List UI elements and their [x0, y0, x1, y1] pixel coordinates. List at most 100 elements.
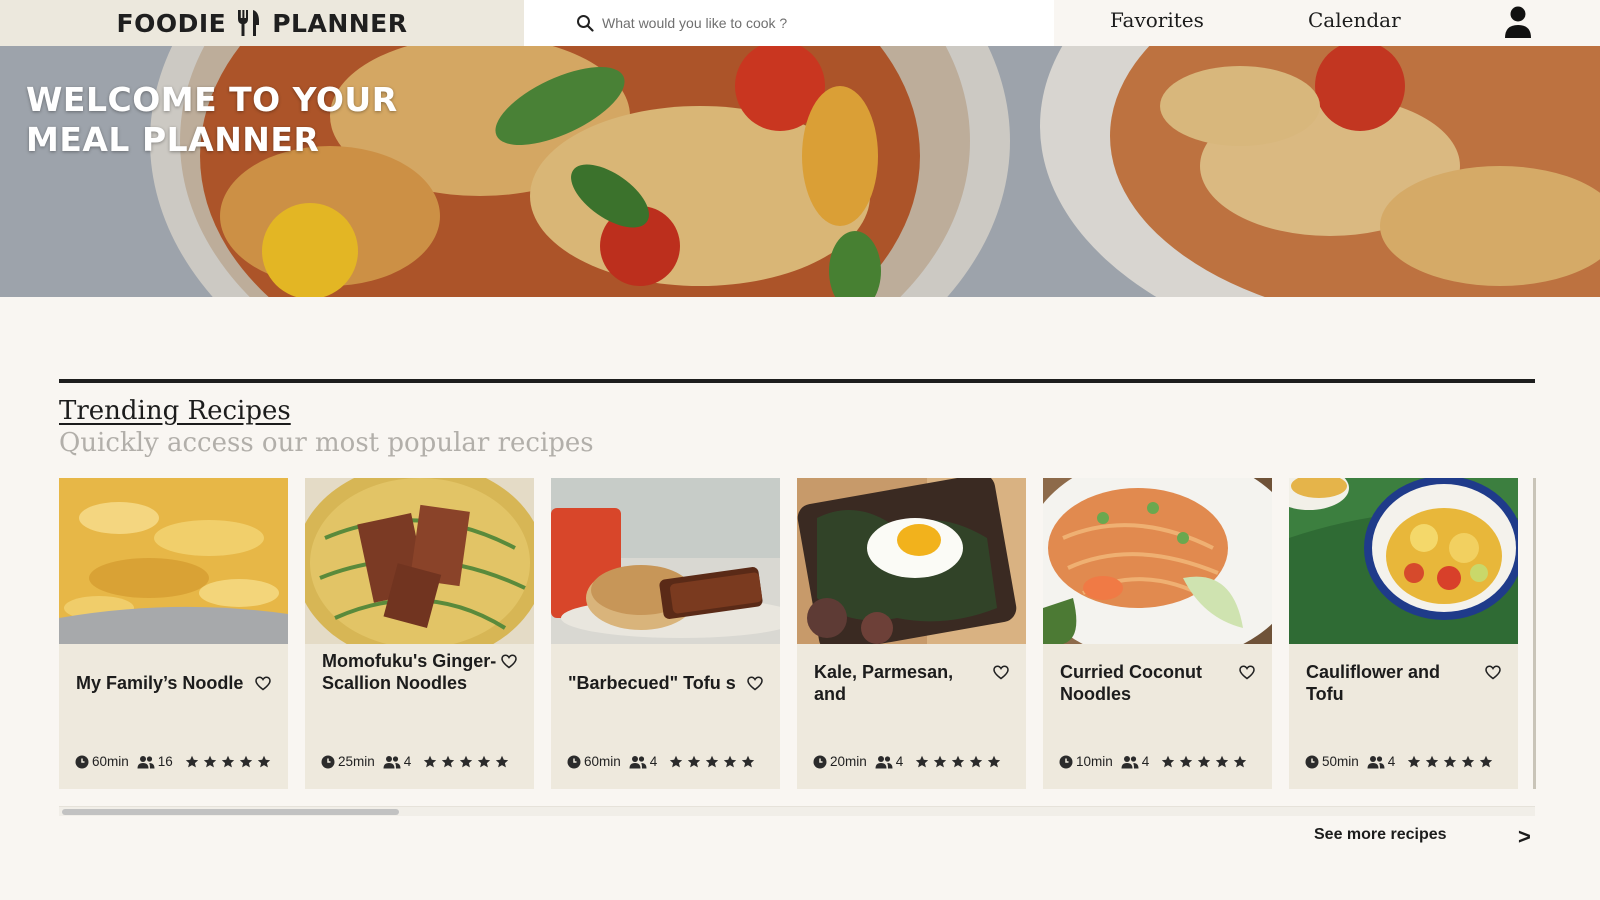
- star-icon: [460, 755, 473, 767]
- rating-stars: [669, 755, 755, 769]
- star-icon: [970, 755, 983, 767]
- fork-knife-icon: [238, 10, 260, 36]
- recipe-image: [305, 478, 534, 644]
- cook-time: 10min: [1076, 754, 1113, 769]
- heart-icon[interactable]: [1239, 665, 1255, 680]
- star-icon: [424, 755, 437, 767]
- servings-count: 4: [1387, 754, 1396, 769]
- servings-count: 4: [649, 754, 658, 769]
- cook-time: 25min: [338, 754, 375, 769]
- star-icon: [1180, 755, 1193, 767]
- people-icon: [629, 755, 647, 768]
- cook-time: 50min: [1322, 754, 1359, 769]
- carousel-scrollbar-thumb[interactable]: [62, 809, 399, 815]
- star-icon: [1444, 755, 1457, 767]
- recipe-name[interactable]: Kale, Parmesan, and: [814, 661, 989, 705]
- star-icon: [1216, 755, 1229, 767]
- recipe-card[interactable]: Curried Coconut Noodles 10min 4: [1043, 478, 1272, 789]
- trending-recipes-subtitle: Quickly access our most popular recipes: [59, 428, 594, 458]
- star-icon: [706, 755, 719, 767]
- recipe-name[interactable]: My Family’s Noodle: [76, 672, 251, 694]
- cook-time: 60min: [92, 754, 129, 769]
- star-icon: [239, 755, 253, 767]
- star-icon: [742, 755, 755, 767]
- recipe-card[interactable]: My Family’s Noodle 60min 16: [59, 478, 288, 789]
- star-icon: [1234, 755, 1247, 767]
- people-icon: [1121, 755, 1139, 768]
- recipe-meta: 10min 4: [1059, 754, 1247, 769]
- servings-count: 4: [1141, 754, 1150, 769]
- star-icon: [916, 755, 929, 767]
- star-icon: [1408, 755, 1421, 767]
- star-icon: [952, 755, 965, 767]
- star-icon: [934, 755, 947, 767]
- star-icon: [221, 755, 235, 767]
- section-divider: [59, 379, 1535, 383]
- recipe-meta: 50min 4: [1305, 754, 1493, 769]
- servings-count: 4: [403, 754, 412, 769]
- clock-icon: [1305, 755, 1319, 768]
- hero-banner: WELCOME TO YOUR MEAL PLANNER: [0, 46, 1600, 297]
- recipe-meta: 20min 4: [813, 754, 1001, 769]
- brand-logo[interactable]: FOODIE PLANNER: [0, 0, 524, 46]
- star-icon: [1198, 755, 1211, 767]
- recipe-name[interactable]: Momofuku's Ginger-Scallion Noodles: [322, 650, 497, 694]
- recipe-image: [1043, 478, 1272, 644]
- star-icon: [670, 755, 683, 767]
- recipe-image: [797, 478, 1026, 644]
- cook-time: 20min: [830, 754, 867, 769]
- rating-stars: [915, 755, 1001, 769]
- star-icon: [257, 755, 271, 767]
- hero-title: WELCOME TO YOUR MEAL PLANNER: [26, 80, 398, 159]
- people-icon: [137, 755, 155, 768]
- star-icon: [478, 755, 491, 767]
- people-icon: [1367, 755, 1385, 768]
- nav-calendar-link[interactable]: Calendar: [1308, 8, 1401, 32]
- recipe-image: [59, 478, 288, 644]
- clock-icon: [321, 755, 335, 768]
- recipe-meta: 60min 4: [567, 754, 755, 769]
- servings-count: 16: [157, 754, 173, 769]
- rating-stars: [423, 755, 509, 769]
- servings-count: 4: [895, 754, 904, 769]
- clock-icon: [75, 755, 89, 768]
- brand-word-foodie: FOODIE: [116, 8, 227, 38]
- star-icon: [442, 755, 455, 767]
- recipe-card[interactable]: "Barbecued" Tofu s 60min 4: [551, 478, 780, 789]
- clock-icon: [813, 755, 827, 768]
- user-icon[interactable]: [1502, 4, 1534, 40]
- recipe-card[interactable]: Kale, Parmesan, and 20min 4: [797, 478, 1026, 789]
- nav-favorites-link[interactable]: Favorites: [1110, 8, 1204, 32]
- recipe-meta: 25min 4: [321, 754, 509, 769]
- star-icon: [1426, 755, 1439, 767]
- star-icon: [1480, 755, 1493, 767]
- people-icon: [383, 755, 401, 768]
- clock-icon: [1059, 755, 1073, 768]
- search-input[interactable]: [602, 15, 1022, 31]
- recipe-image: [551, 478, 780, 644]
- see-more-recipes-link[interactable]: See more recipes: [1314, 826, 1447, 844]
- heart-icon[interactable]: [1485, 665, 1501, 680]
- clock-icon: [567, 755, 581, 768]
- star-icon: [203, 755, 217, 767]
- heart-icon[interactable]: [501, 654, 517, 669]
- star-icon: [724, 755, 737, 767]
- recipe-name[interactable]: Curried Coconut Noodles: [1060, 661, 1235, 705]
- recipe-name[interactable]: Cauliflower and Tofu: [1306, 661, 1481, 705]
- heart-icon[interactable]: [747, 676, 763, 691]
- rating-stars: [1407, 755, 1493, 769]
- recipe-meta: 60min 16: [75, 754, 271, 769]
- next-card-peek[interactable]: [1533, 478, 1536, 789]
- heart-icon[interactable]: [993, 665, 1009, 680]
- recipe-name[interactable]: "Barbecued" Tofu s: [568, 672, 743, 694]
- search-bar: [524, 0, 1054, 46]
- trending-recipes-title[interactable]: Trending Recipes: [59, 396, 291, 426]
- recipe-card[interactable]: Cauliflower and Tofu 50min 4: [1289, 478, 1518, 789]
- star-icon: [185, 755, 199, 767]
- chevron-right-icon[interactable]: >: [1518, 824, 1531, 850]
- heart-icon[interactable]: [255, 676, 271, 691]
- star-icon: [1162, 755, 1175, 767]
- cook-time: 60min: [584, 754, 621, 769]
- recipe-card[interactable]: Momofuku's Ginger-Scallion Noodles 25min…: [305, 478, 534, 789]
- rating-stars: [1161, 755, 1247, 769]
